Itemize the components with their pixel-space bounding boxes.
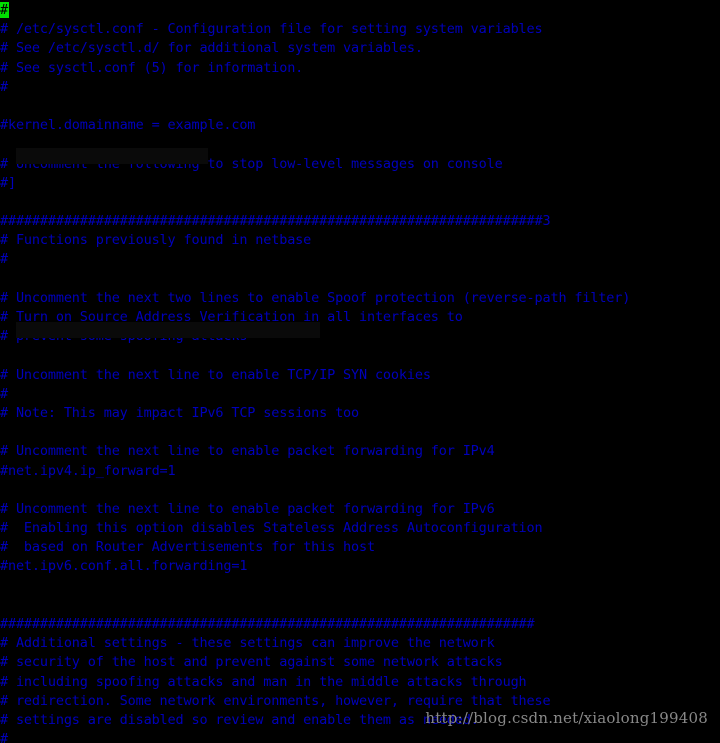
editor-line: # Uncomment the next line to enable pack… (0, 500, 495, 517)
editor-line: # See /etc/sysctl.d/ for additional syst… (0, 40, 423, 57)
highlight-band-printk (16, 148, 208, 164)
editor-line: # security of the host and prevent again… (0, 654, 503, 671)
editor-line: # (0, 385, 8, 402)
editor-line: #net.ipv4.ip_forward=1 (0, 462, 176, 479)
editor-line: # (0, 1, 720, 20)
editor-line: # based on Router Advertisements for thi… (0, 539, 375, 556)
editor-line: # (0, 251, 8, 268)
editor-line: # Uncomment the next two lines to enable… (0, 289, 631, 306)
editor-line: # See sysctl.conf (5) for information. (0, 59, 304, 76)
editor-line: #net.ipv6.conf.all.forwarding=1 (0, 558, 248, 575)
editor-line: # Functions previously found in netbase (0, 232, 312, 249)
editor-line: # Additional settings - these settings c… (0, 635, 495, 652)
editor-line: # including spoofing attacks and man in … (0, 673, 527, 690)
editor-line: ########################################… (0, 616, 535, 632)
editor-line: # (0, 731, 8, 743)
editor-line: #kernel.domainname = example.com (0, 117, 256, 134)
editor-line: # /etc/sysctl.conf - Configuration file … (0, 21, 543, 38)
vim-cursor-character: # (0, 2, 9, 18)
editor-line: # (0, 78, 8, 95)
terminal-window[interactable]: # # /etc/sysctl.conf - Configuration file… (0, 0, 720, 743)
watermark-url: http://blog.csdn.net/xiaolong199408 (425, 709, 708, 727)
editor-line: #] (0, 174, 16, 191)
editor-line: # Note: This may impact IPv6 TCP session… (0, 404, 359, 421)
editor-line: # Uncomment the next line to enable TCP/… (0, 366, 431, 383)
editor-line: # Enabling this option disables Stateles… (0, 520, 543, 537)
editor-line: # Uncomment the next line to enable pack… (0, 443, 495, 460)
vim-text-buffer[interactable]: # # /etc/sysctl.conf - Configuration file… (0, 1, 720, 743)
highlight-band-syncookies (16, 322, 320, 338)
editor-line: ########################################… (0, 213, 551, 230)
